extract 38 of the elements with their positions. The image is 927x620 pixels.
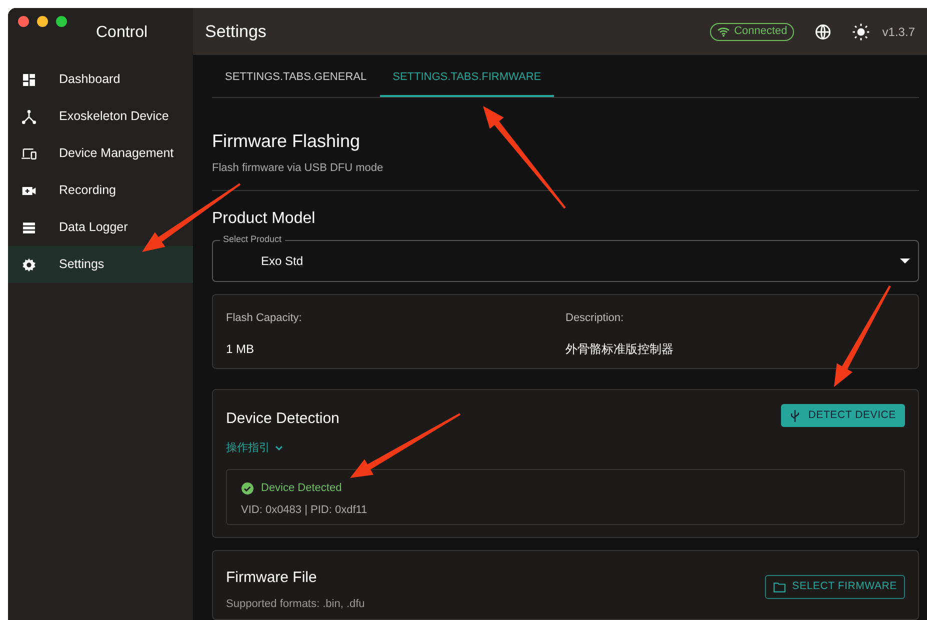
sidebar-item[interactable]: Exoskeleton Device [8, 98, 193, 135]
folder-icon [773, 582, 786, 592]
section-subtitle: Flash firmware via USB DFU mode [212, 160, 384, 176]
device-ids: VID: 0x0483 | PID: 0xdf11 [241, 502, 368, 518]
section-title: Firmware Flashing [212, 130, 362, 152]
dropdown-caret-icon [900, 258, 910, 264]
field-value: 外骨骼标准版控制器 [566, 340, 674, 358]
wifi-icon [717, 26, 730, 36]
settings-icon [21, 256, 37, 272]
version-label: v1.3.7 [882, 24, 915, 40]
globe-icon[interactable] [814, 22, 832, 40]
section-title: Product Model [212, 209, 316, 229]
app-title: Control [96, 22, 148, 42]
card-subtitle: Supported formats: .bin, .dfu [226, 596, 365, 612]
guide-toggle[interactable]: 操作指引 [226, 440, 284, 456]
select-firmware-button[interactable]: SELECT FIRMWARE [765, 575, 905, 599]
detection-status: Device Detected [261, 481, 342, 496]
page-title: Settings [205, 20, 268, 43]
field-value: 1 MB [226, 340, 256, 358]
field-label: Description: [566, 311, 625, 326]
sidebar-item[interactable]: Data Logger [8, 209, 193, 246]
field-label: Flash Capacity: [226, 311, 303, 326]
list-icon [21, 220, 37, 236]
card-title: Firmware File [226, 568, 318, 588]
card-title: Device Detection [226, 409, 340, 429]
connection-status: Connected [710, 22, 794, 40]
detect-device-button[interactable]: DETECT DEVICE [781, 404, 905, 427]
sidebar-item[interactable]: Settings [8, 246, 193, 283]
sidebar-item[interactable]: Device Management [8, 135, 193, 172]
sun-icon[interactable] [852, 22, 870, 40]
sidebar-item[interactable]: Dashboard [8, 61, 193, 98]
dashboard-icon [21, 72, 37, 88]
devices-icon [21, 146, 37, 162]
sidebar-item[interactable]: Recording [8, 172, 193, 209]
tab[interactable]: SETTINGS.TABS.GENERAL [212, 60, 380, 96]
network-icon [21, 108, 37, 124]
tab[interactable]: SETTINGS.TABS.FIRMWARE [380, 60, 554, 96]
usb-icon [790, 410, 800, 422]
